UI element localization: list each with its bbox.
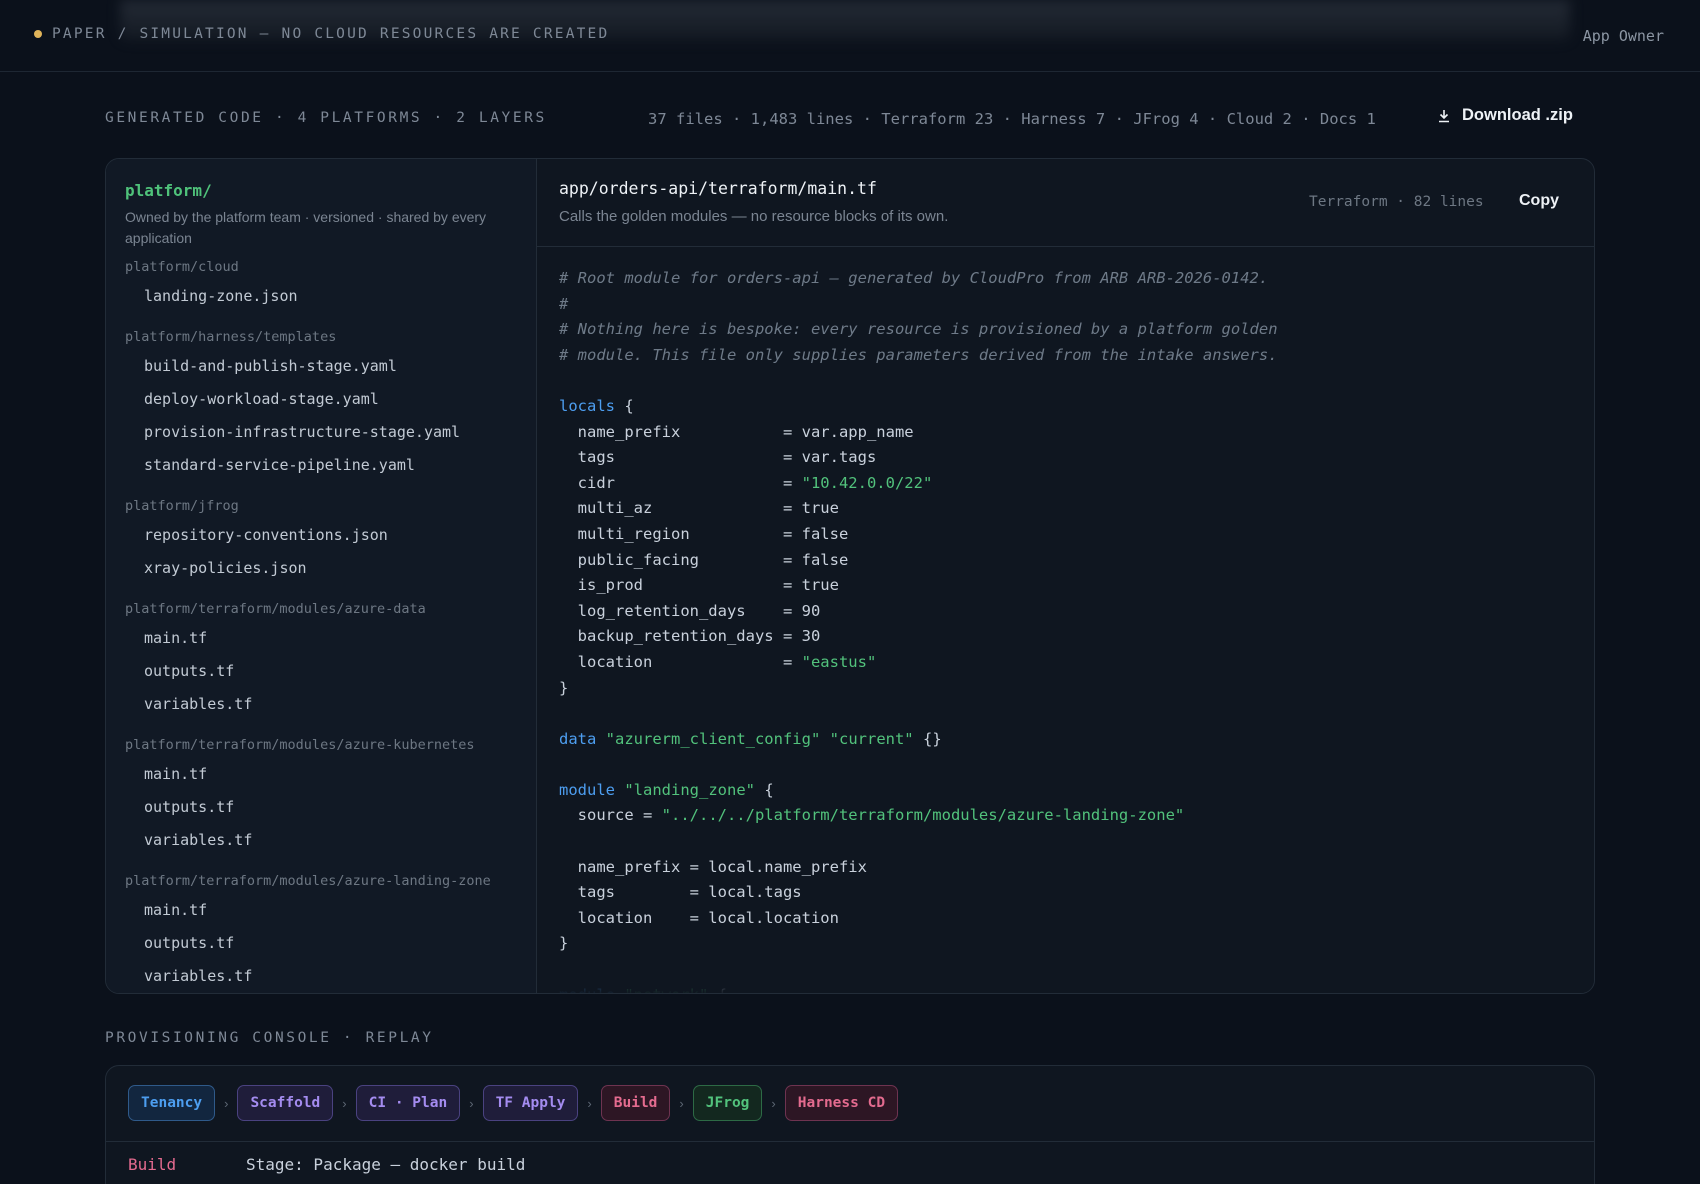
tree-file[interactable]: deploy-workload-stage.yaml — [144, 390, 379, 408]
simulation-status-text: PAPER / SIMULATION — NO CLOUD RESOURCES … — [52, 26, 610, 42]
tree-file[interactable]: provision-infrastructure-stage.yaml — [144, 423, 460, 441]
code-line: location = "eastus" — [559, 652, 877, 671]
code-line: # Root module for orders-api — generated… — [559, 269, 1269, 287]
status-dot-icon — [34, 30, 42, 38]
file-tree[interactable]: platform/ Owned by the platform team · v… — [106, 159, 537, 993]
tree-file[interactable]: main.tf — [144, 901, 207, 919]
code-line: multi_region = false — [559, 524, 849, 543]
code-line: } — [559, 934, 569, 953]
code-line: source = "../../../platform/terraform/mo… — [559, 806, 1185, 825]
pipeline-stage-chip[interactable]: TF Apply — [482, 1085, 579, 1121]
code-fade — [537, 955, 1594, 993]
download-icon — [1439, 109, 1449, 122]
code-content[interactable]: # Root module for orders-api — generated… — [559, 266, 1579, 993]
tree-folder[interactable]: platform/terraform/modules/azure-data — [125, 601, 426, 617]
generated-code-stats: 37 files · 1,483 lines · Terraform 23 · … — [648, 110, 1376, 128]
provisioning-console: Tenancy › Scaffold › CI · Plan › TF Apply › Buil… — [105, 1065, 1595, 1184]
log-stage: Build — [128, 1155, 177, 1174]
copy-button[interactable]: Copy — [1519, 192, 1559, 210]
file-meta: Terraform · 82 lines — [1309, 194, 1484, 210]
tree-root-description: Owned by the platform team · versioned ·… — [125, 209, 487, 246]
code-line: } — [559, 678, 569, 697]
code-line: name_prefix = local.name_prefix — [559, 857, 867, 876]
generated-code-heading: GENERATED CODE · 4 PLATFORMS · 2 LAYERS — [105, 110, 547, 126]
pipeline-stage-chip[interactable]: Scaffold — [237, 1085, 334, 1121]
code-line: location = local.location — [559, 908, 839, 927]
chevron-right-icon: › — [679, 1095, 684, 1111]
file-description: Calls the golden modules — no resource b… — [559, 208, 949, 225]
code-line: log_retention_days = 90 — [559, 601, 821, 620]
chevron-right-icon: › — [587, 1095, 592, 1111]
console-log-row: Build Stage: Package — docker build — [106, 1141, 1594, 1184]
tree-file[interactable]: build-and-publish-stage.yaml — [144, 357, 397, 375]
code-line: # module. This file only supplies parame… — [559, 345, 1278, 364]
file-path: app/orders-api/terraform/main.tf — [559, 179, 877, 198]
code-line: # — [559, 294, 569, 313]
tree-folder[interactable]: platform/cloud — [125, 259, 239, 275]
top-bar: PAPER / SIMULATION — NO CLOUD RESOURCES … — [0, 0, 1700, 72]
code-line: # Nothing here is bespoke: every resourc… — [559, 320, 1278, 339]
log-message: Stage: Package — docker build — [246, 1155, 526, 1174]
tree-file[interactable]: main.tf — [144, 629, 207, 647]
code-line: data "azurerm_client_config" "current" {… — [559, 729, 942, 748]
code-line: backup_retention_days = 30 — [559, 627, 821, 646]
tree-file[interactable]: main.tf — [144, 765, 207, 783]
code-line: locals { — [559, 396, 634, 415]
chevron-right-icon: › — [342, 1095, 347, 1111]
tree-file[interactable]: outputs.tf — [144, 934, 234, 952]
tree-file[interactable]: variables.tf — [144, 695, 252, 713]
chevron-right-icon: › — [224, 1095, 229, 1111]
tree-folder[interactable]: platform/harness/templates — [125, 329, 336, 345]
code-viewer-header: app/orders-api/terraform/main.tf Calls t… — [537, 159, 1594, 247]
code-line: tags = var.tags — [559, 448, 877, 467]
provisioning-console-heading: PROVISIONING CONSOLE · REPLAY — [105, 1030, 434, 1046]
tree-file[interactable]: xray-policies.json — [144, 559, 307, 577]
tree-file[interactable]: variables.tf — [144, 831, 252, 849]
simulation-status: PAPER / SIMULATION — NO CLOUD RESOURCES … — [34, 26, 609, 42]
download-zip-label: Download .zip — [1462, 106, 1573, 124]
user-role[interactable]: App Owner — [1583, 27, 1664, 45]
pipeline-stage-chip[interactable]: JFrog — [692, 1085, 763, 1121]
pipeline-stages: Tenancy › Scaffold › CI · Plan › TF Apply › Buil… — [128, 1085, 899, 1121]
code-viewer: app/orders-api/terraform/main.tf Calls t… — [537, 159, 1594, 993]
code-line: public_facing = false — [559, 550, 849, 569]
tree-file[interactable]: outputs.tf — [144, 798, 234, 816]
code-line: module "landing_zone" { — [559, 780, 774, 799]
pipeline-stage-chip[interactable]: CI · Plan — [355, 1085, 461, 1121]
tree-root-folder[interactable]: platform/ — [125, 181, 212, 200]
pipeline-stage-chip[interactable]: Build — [600, 1085, 671, 1121]
tree-file[interactable]: variables.tf — [144, 967, 252, 985]
code-line: is_prod = true — [559, 576, 839, 595]
tree-file[interactable]: repository-conventions.json — [144, 526, 388, 544]
pipeline-stage-chip[interactable]: Harness CD — [784, 1085, 899, 1121]
tree-file[interactable]: landing-zone.json — [144, 287, 298, 305]
tree-file[interactable]: standard-service-pipeline.yaml — [144, 456, 415, 474]
code-line: multi_az = true — [559, 499, 839, 518]
download-zip-button[interactable]: Download .zip — [1436, 106, 1573, 125]
code-line: cidr = "10.42.0.0/22" — [559, 473, 933, 492]
chevron-right-icon: › — [469, 1095, 474, 1111]
tree-folder[interactable]: platform/terraform/modules/azure-landing… — [125, 873, 491, 889]
tree-folder[interactable]: platform/jfrog — [125, 498, 239, 514]
code-line: name_prefix = var.app_name — [559, 422, 914, 441]
tree-file[interactable]: outputs.tf — [144, 662, 234, 680]
code-browser-panel: platform/ Owned by the platform team · v… — [105, 158, 1595, 994]
pipeline-stage-chip[interactable]: Tenancy — [128, 1085, 216, 1121]
tree-folder[interactable]: platform/terraform/modules/azure-kuberne… — [125, 737, 475, 753]
code-line: tags = local.tags — [559, 883, 802, 902]
chevron-right-icon: › — [771, 1095, 776, 1111]
